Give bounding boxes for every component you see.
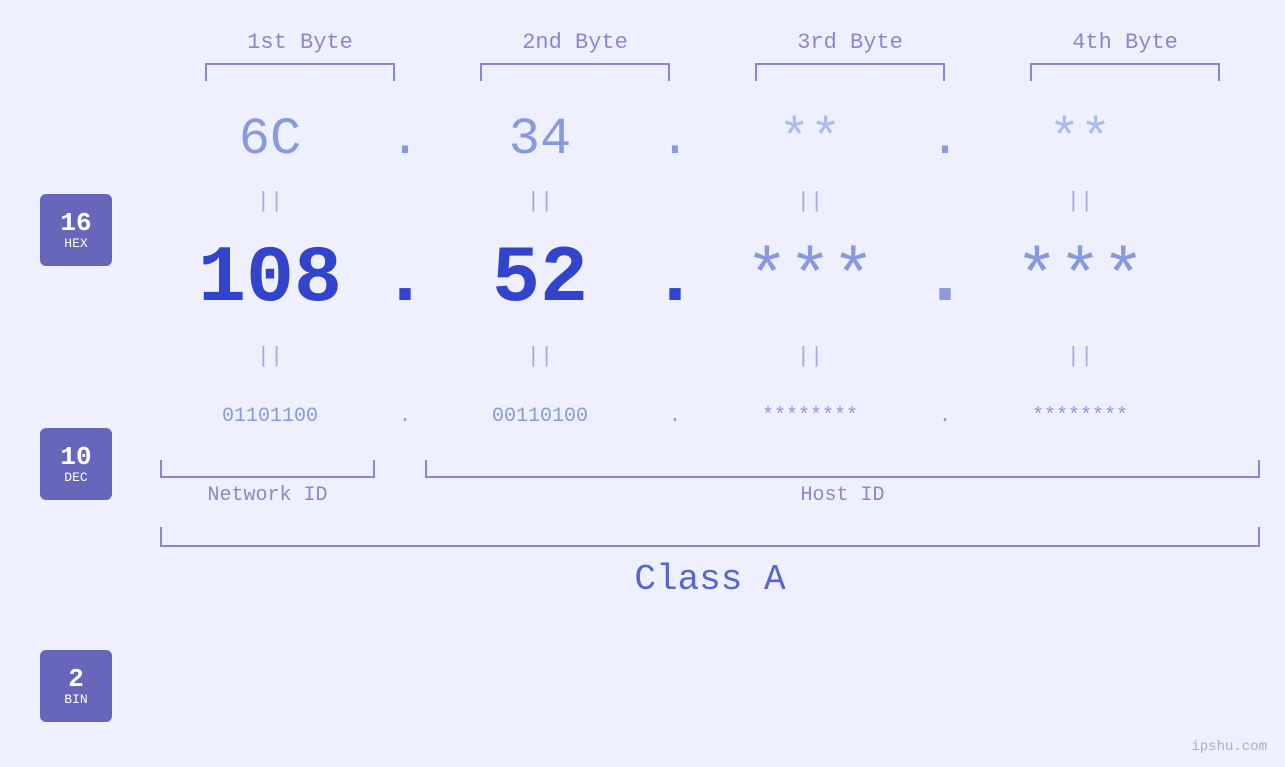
eq2-b2: || [430, 344, 650, 369]
id-labels: Network ID Host ID [160, 484, 1260, 507]
eq1-b3: || [700, 189, 920, 214]
bin-b1: 01101100 [160, 405, 380, 428]
network-id-label: Network ID [160, 484, 375, 507]
hex-badge-num: 16 [60, 209, 91, 238]
bracket-top-3 [755, 63, 945, 81]
badges-column: 16 HEX 10 DEC 2 BIN [0, 99, 140, 722]
byte2-header: 2nd Byte [465, 30, 685, 55]
network-bracket [160, 460, 375, 478]
eq2-b1: || [160, 344, 380, 369]
main-container: 1st Byte 2nd Byte 3rd Byte 4th Byte 16 H… [0, 0, 1285, 767]
hex-row: 6C . 34 . ** . ** [160, 99, 1260, 179]
dec-sep1: . [380, 234, 430, 325]
bin-b4: ******** [970, 405, 1190, 428]
bin-badge-label: BIN [64, 693, 87, 707]
bin-sep2: . [650, 405, 700, 428]
eq-row-1: || || || || [160, 179, 1260, 224]
watermark: ipshu.com [1191, 739, 1267, 755]
main-grid: 6C . 34 . ** . ** [140, 99, 1285, 722]
dec-row: 108 . 52 . *** . *** [160, 224, 1260, 334]
host-id-label: Host ID [425, 484, 1260, 507]
host-bracket [425, 460, 1260, 478]
dec-b4: *** [970, 238, 1190, 320]
hex-b1: 6C [160, 110, 380, 169]
dec-b2: 52 [430, 234, 650, 325]
eq2-b3: || [700, 344, 920, 369]
byte3-header: 3rd Byte [740, 30, 960, 55]
hex-b4: ** [970, 110, 1190, 169]
bracket-top-4 [1030, 63, 1220, 81]
bracket-top-2 [480, 63, 670, 81]
dec-badge-label: DEC [64, 471, 87, 485]
hex-sep2: . [650, 110, 700, 169]
hex-badge-label: HEX [64, 237, 87, 251]
hex-b2: 34 [430, 110, 650, 169]
byte1-header: 1st Byte [190, 30, 410, 55]
bin-badge-num: 2 [68, 665, 84, 694]
eq1-b2: || [430, 189, 650, 214]
bin-b2: 00110100 [430, 405, 650, 428]
dec-badge-num: 10 [60, 443, 91, 472]
bin-badge: 2 BIN [40, 650, 112, 722]
full-layout: 16 HEX 10 DEC 2 BIN 6C . [0, 99, 1285, 722]
class-label: Class A [160, 559, 1260, 600]
bin-row: 01101100 . 00110100 . ******** . [160, 379, 1260, 454]
outer-bottom-bracket [160, 527, 1260, 547]
dec-sep2: . [650, 234, 700, 325]
dec-b3: *** [700, 238, 920, 320]
bin-b3: ******** [700, 405, 920, 428]
eq-row-2: || || || || [160, 334, 1260, 379]
eq1-b4: || [970, 189, 1190, 214]
hex-b3: ** [700, 110, 920, 169]
hex-sep1: . [380, 110, 430, 169]
bin-sep3: . [920, 405, 970, 428]
hex-badge: 16 HEX [40, 194, 112, 266]
dec-sep3: . [920, 234, 970, 325]
bracket-top-1 [205, 63, 395, 81]
hex-sep3: . [920, 110, 970, 169]
dec-badge: 10 DEC [40, 428, 112, 500]
eq1-b1: || [160, 189, 380, 214]
eq2-b4: || [970, 344, 1190, 369]
byte4-header: 4th Byte [1015, 30, 1235, 55]
bin-sep1: . [380, 405, 430, 428]
dec-b1: 108 [160, 234, 380, 325]
bottom-brackets [160, 460, 1260, 478]
